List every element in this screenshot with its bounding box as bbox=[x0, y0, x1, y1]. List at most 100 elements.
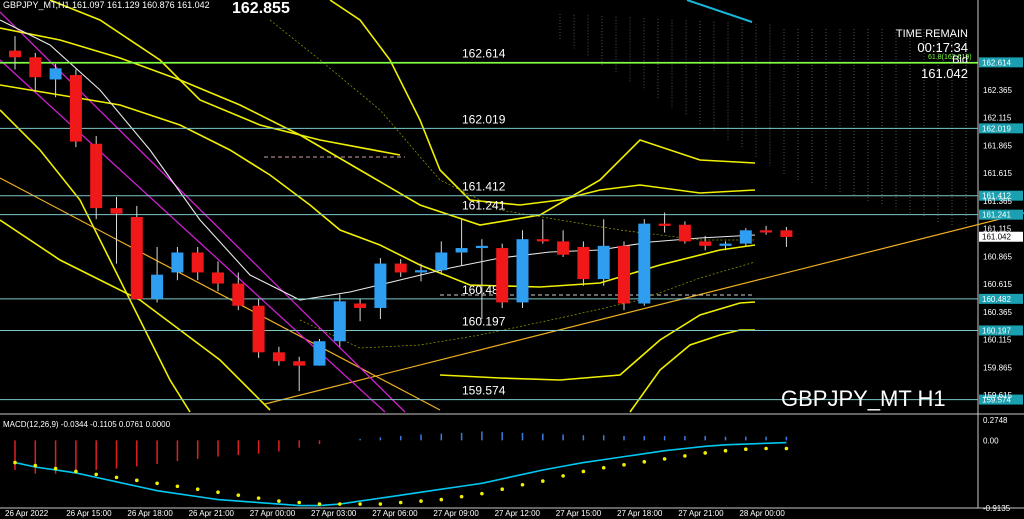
macd-signal-dot bbox=[419, 499, 423, 503]
symbol-info-header: GBPJPY_MT,H1 161.097 161.129 160.876 161… bbox=[3, 0, 210, 10]
time-tick-label: 26 Apr 15:00 bbox=[66, 509, 112, 518]
bull-candle bbox=[415, 270, 427, 273]
macd-signal-dot bbox=[744, 447, 748, 452]
bull-candle bbox=[49, 68, 62, 80]
bear-candle bbox=[496, 248, 509, 303]
time-remain-panel: TIME REMAIN 00:17:34 Bid 161.042 bbox=[896, 28, 968, 80]
bull-candle bbox=[516, 239, 529, 303]
bull-candle bbox=[455, 248, 468, 253]
bear-candle bbox=[29, 57, 42, 78]
macd-signal-dot bbox=[256, 496, 261, 500]
level-price-tag-text: 160.197 bbox=[982, 326, 1011, 335]
macd-signal-dot bbox=[662, 457, 667, 461]
level-label: 162.019 bbox=[462, 112, 506, 126]
time-tick-label: 27 Apr 03:00 bbox=[311, 509, 357, 518]
level-label: 159.574 bbox=[462, 384, 506, 398]
macd-signal-dot bbox=[53, 466, 58, 471]
time-tick-label: 27 Apr 15:00 bbox=[556, 509, 602, 518]
macd-signal-dot bbox=[642, 460, 647, 464]
macd-signal-dot bbox=[74, 469, 78, 474]
macd-signal-dot bbox=[784, 446, 789, 451]
level-label: 161.412 bbox=[462, 180, 506, 194]
macd-signal-dot bbox=[195, 487, 200, 492]
macd-signal-dot bbox=[764, 446, 768, 451]
time-tick-label: 27 Apr 06:00 bbox=[372, 509, 418, 518]
bear-candle bbox=[293, 361, 306, 366]
price-tick-label: 160.865 bbox=[983, 252, 1012, 261]
macd-signal-dot bbox=[13, 460, 17, 465]
macd-signal-dot bbox=[94, 472, 98, 477]
macd-signal-dot bbox=[114, 475, 119, 480]
level-price-tag-text: 160.482 bbox=[982, 295, 1011, 304]
price-tick-label: 160.115 bbox=[983, 336, 1012, 345]
macd-tick-label: 0.00 bbox=[983, 436, 999, 445]
symbol-timeframe-label: GBPJPY_MT H1 bbox=[781, 386, 946, 411]
bull-candle bbox=[333, 301, 346, 342]
price-tick-label: 161.365 bbox=[983, 197, 1012, 206]
price-tick-label: 160.615 bbox=[983, 280, 1012, 289]
bear-candle bbox=[191, 252, 204, 273]
macd-signal-dot bbox=[317, 502, 322, 506]
bear-candle bbox=[110, 208, 123, 214]
macd-signal-dot bbox=[520, 482, 525, 487]
macd-signal-dot bbox=[338, 502, 342, 506]
price-tick-label: 160.365 bbox=[983, 308, 1012, 317]
bear-candle bbox=[699, 241, 712, 246]
price-tick-label: 161.615 bbox=[983, 169, 1012, 178]
time-tick-label: 26 Apr 2022 bbox=[5, 509, 49, 518]
macd-signal-dot bbox=[297, 500, 302, 505]
price-tick-label: 159.865 bbox=[983, 363, 1012, 372]
bull-candle bbox=[374, 263, 387, 308]
macd-signal-dot bbox=[135, 478, 139, 483]
bear-candle bbox=[252, 305, 265, 353]
macd-signal-dot bbox=[459, 494, 464, 499]
time-tick-label: 27 Apr 09:00 bbox=[433, 509, 479, 518]
macd-signal-dot bbox=[155, 481, 159, 486]
time-tick-label: 27 Apr 12:00 bbox=[495, 509, 541, 518]
bear-candle bbox=[212, 272, 224, 284]
bear-candle bbox=[618, 245, 630, 304]
bear-candle bbox=[577, 246, 590, 280]
bid-value: 161.042 bbox=[921, 66, 968, 81]
bull-candle bbox=[171, 252, 184, 273]
bear-candle bbox=[232, 283, 245, 306]
bear-candle bbox=[69, 75, 82, 142]
time-tick-label: 26 Apr 18:00 bbox=[127, 509, 173, 518]
macd-signal-dot bbox=[236, 493, 241, 497]
macd-tick-label: 0.2748 bbox=[983, 416, 1008, 425]
bear-candle bbox=[9, 50, 21, 58]
bull-candle bbox=[719, 243, 732, 246]
macd-signal-dot bbox=[622, 462, 626, 467]
price-tick-label: 162.365 bbox=[983, 86, 1012, 95]
macd-signal-dot bbox=[358, 502, 362, 506]
macd-signal-dot bbox=[723, 448, 728, 453]
time-tick-label: 27 Apr 00:00 bbox=[250, 509, 296, 518]
big-price-readout: 162.855 bbox=[232, 0, 290, 17]
price-tick-label: 161.865 bbox=[983, 141, 1012, 150]
bear-candle bbox=[90, 143, 103, 209]
price-tick-label: 162.115 bbox=[983, 114, 1012, 123]
time-tick-label: 27 Apr 18:00 bbox=[617, 509, 663, 518]
price-tick-label: 159.615 bbox=[983, 391, 1012, 400]
time-tick-label: 26 Apr 21:00 bbox=[189, 509, 235, 518]
bull-candle bbox=[313, 341, 326, 366]
macd-signal-dot bbox=[703, 451, 707, 455]
bear-candle bbox=[780, 230, 793, 237]
macd-signal-dot bbox=[216, 490, 220, 494]
bear-candle bbox=[760, 230, 773, 233]
bear-candle bbox=[658, 223, 671, 226]
bull-candle bbox=[435, 252, 448, 271]
macd-signal-dot bbox=[480, 491, 484, 496]
bear-candle bbox=[678, 224, 691, 242]
price-chart[interactable]: 162.614162.614162.019162.019161.412161.4… bbox=[0, 0, 1024, 519]
macd-signal-dot bbox=[601, 465, 606, 470]
bear-candle bbox=[130, 216, 143, 300]
macd-tick-label: -0.9135 bbox=[983, 504, 1011, 513]
macd-signal-dot bbox=[581, 469, 586, 474]
bull-candle bbox=[739, 230, 752, 244]
macd-signal-dot bbox=[561, 474, 565, 478]
macd-signal-dot bbox=[33, 463, 38, 468]
bear-candle bbox=[272, 352, 285, 362]
macd-signal-dot bbox=[683, 454, 687, 458]
bull-candle bbox=[475, 245, 488, 249]
